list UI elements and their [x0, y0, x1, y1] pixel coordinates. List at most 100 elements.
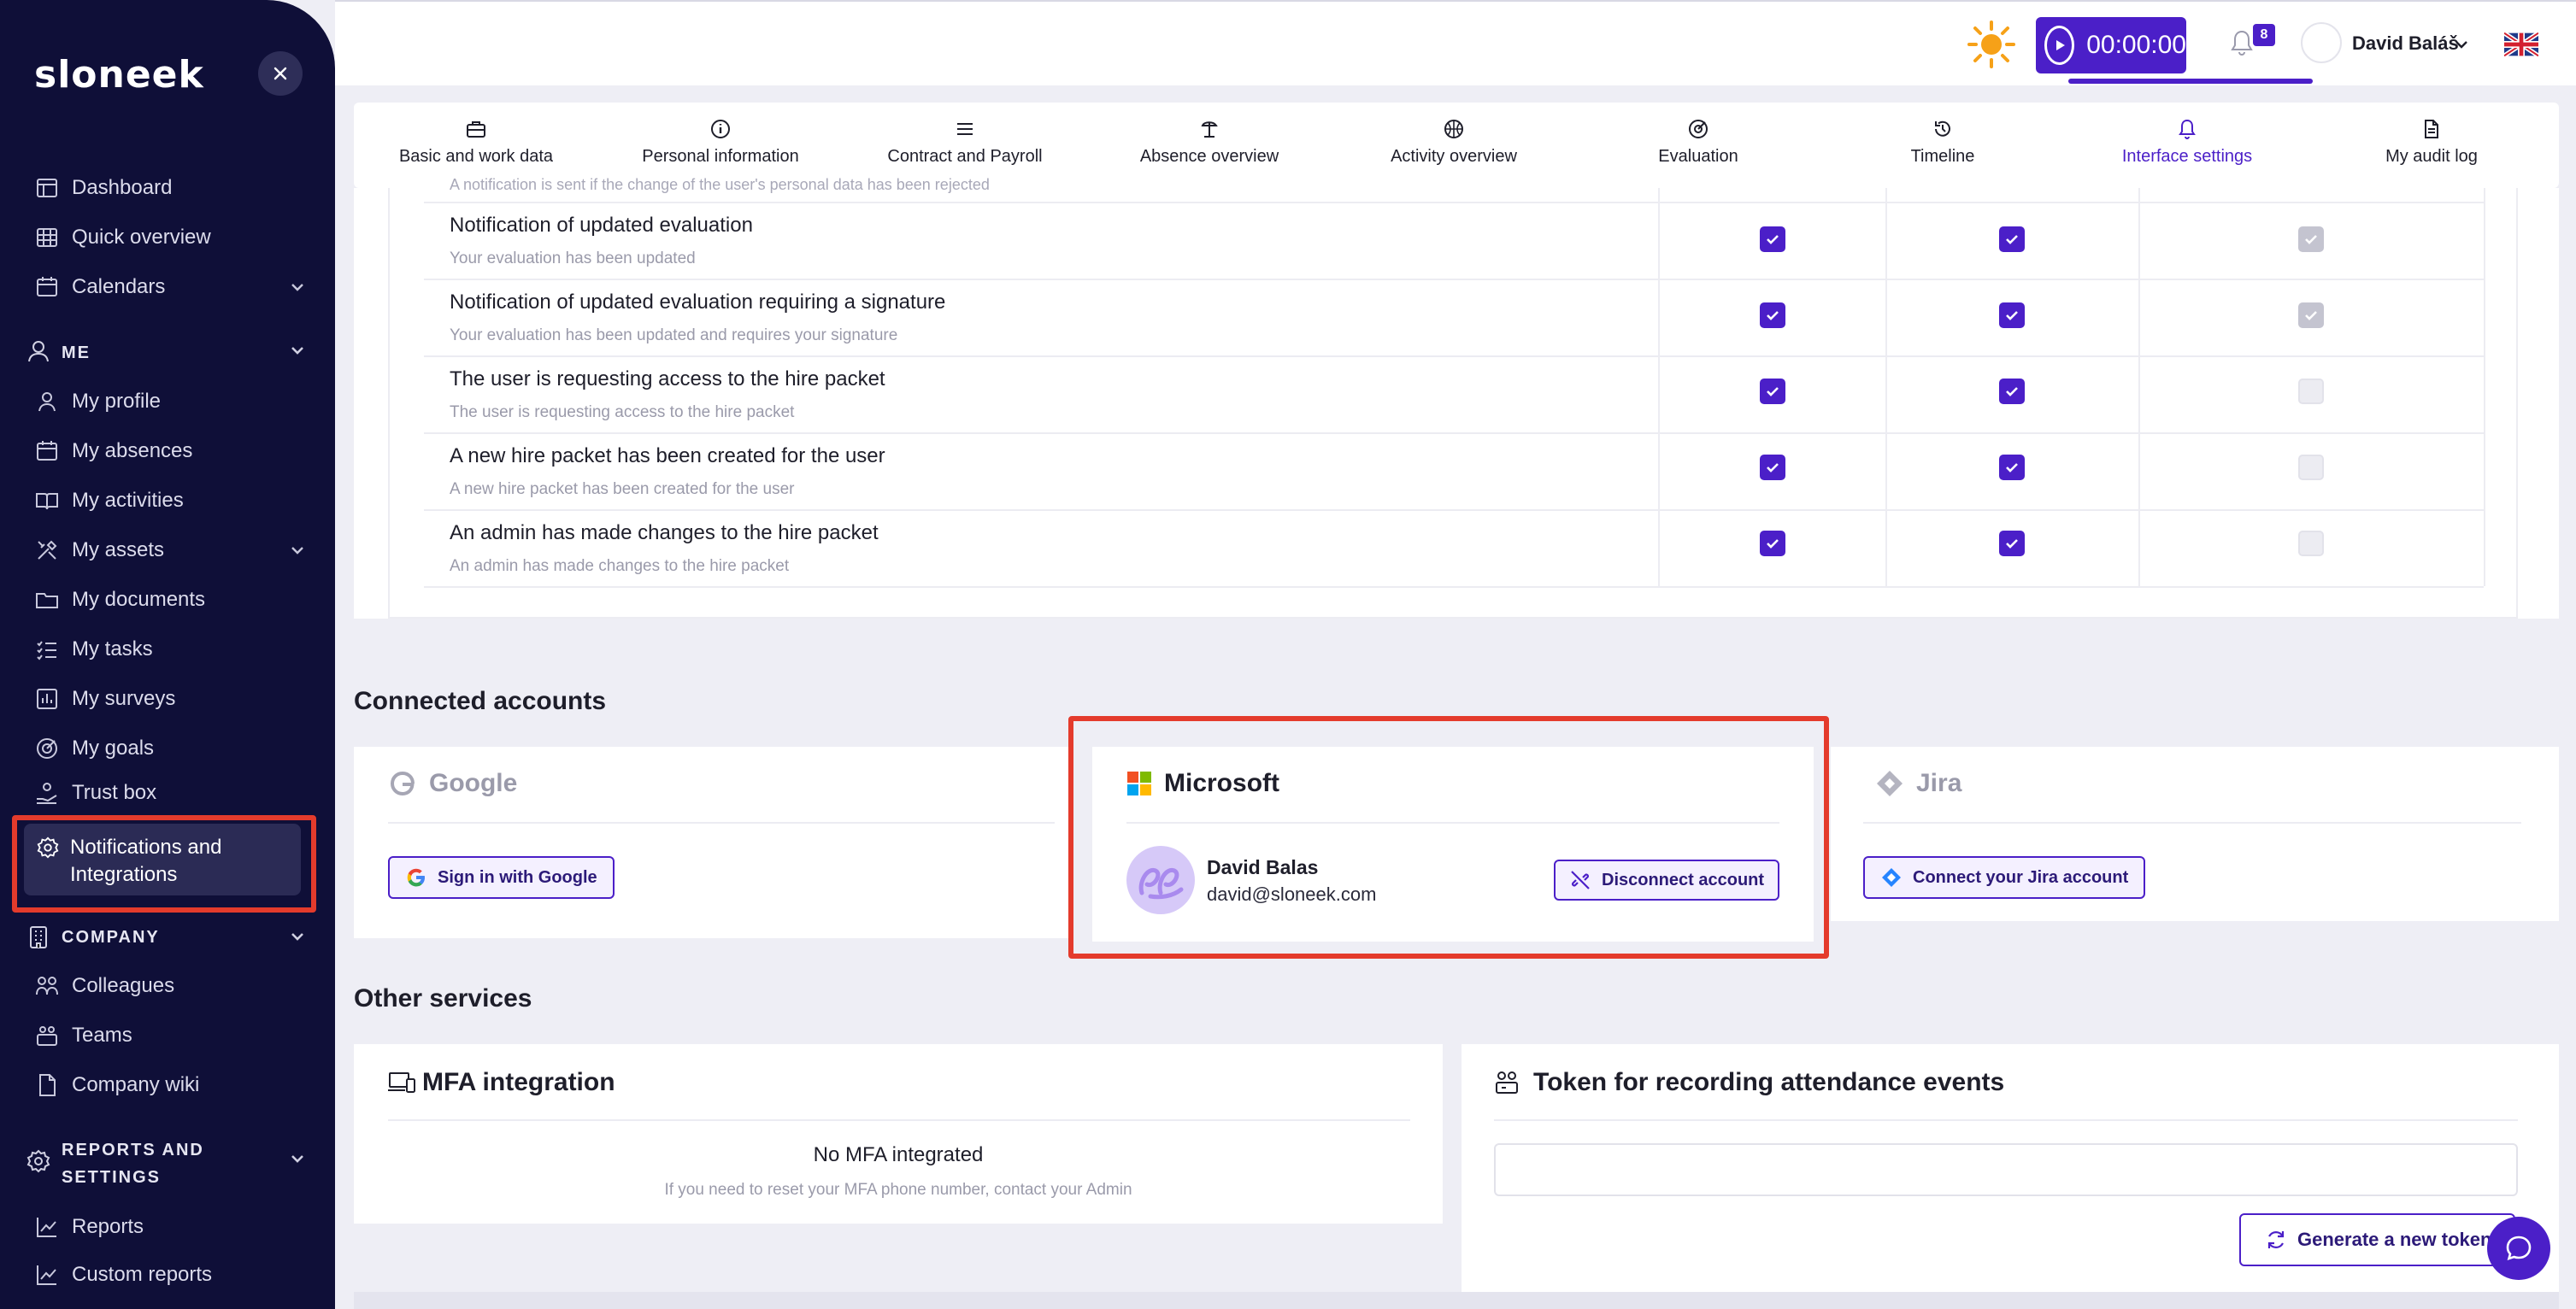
timer-value: 00:00:00	[2086, 31, 2186, 59]
jira-logo-icon	[1882, 868, 1901, 887]
sidebar-item-my-profile[interactable]: My profile	[34, 381, 308, 422]
row-title: The user is requesting access to the hir…	[450, 367, 885, 390]
building-icon	[30, 926, 47, 948]
tab-personal-information[interactable]: Personal information	[598, 118, 843, 167]
connect-jira-button[interactable]: Connect your Jira account	[1863, 856, 2146, 899]
checkmark-icon	[1767, 311, 1779, 320]
checkbox-disabled	[2298, 379, 2324, 404]
table-row: An admin has made changes to the hire pa…	[424, 511, 2484, 588]
sidebar-item-dashboard[interactable]: Dashboard	[34, 167, 308, 208]
sidebar-item-calendars[interactable]: Calendars	[34, 267, 308, 308]
book-icon	[36, 493, 58, 510]
checkbox-email[interactable]	[1760, 531, 1785, 556]
line-chart-icon	[37, 1218, 56, 1237]
devices-icon	[388, 1072, 415, 1093]
sidebar-item-teams[interactable]: Teams	[34, 1015, 308, 1056]
button-label: Generate a new token	[2297, 1229, 2492, 1250]
users-icon	[36, 977, 58, 995]
checkbox-app[interactable]	[1999, 531, 2025, 556]
hand-icon	[37, 783, 57, 804]
checkbox-disabled	[2298, 226, 2324, 252]
chevron-down-icon[interactable]	[2451, 34, 2472, 55]
mfa-empty-subtitle: If you need to reset your MFA phone numb…	[664, 1181, 1132, 1199]
connected-accounts-title: Connected accounts	[354, 687, 607, 715]
token-input[interactable]	[1494, 1143, 2518, 1196]
grid-icon	[37, 228, 57, 247]
checkmark-icon	[1767, 463, 1779, 473]
play-icon	[2044, 26, 2075, 65]
checkbox-app[interactable]	[1999, 226, 2025, 252]
sidebar-item-my-goals[interactable]: My goals	[34, 728, 308, 769]
chat-icon	[2506, 1236, 2532, 1261]
tab-my-audit-log[interactable]: My audit log	[2309, 118, 2554, 167]
tab-activity-overview[interactable]: Activity overview	[1332, 118, 1576, 167]
generate-token-button[interactable]: Generate a new token	[2239, 1213, 2516, 1266]
checkbox-app[interactable]	[1999, 302, 2025, 328]
chat-button[interactable]	[2487, 1217, 2550, 1280]
row-subtitle: Your evaluation has been updated	[450, 249, 696, 267]
tab-contract-payroll[interactable]: Contract and Payroll	[843, 118, 1087, 167]
team-icon	[37, 1026, 57, 1046]
checkbox-disabled	[2298, 455, 2324, 480]
checkbox-email[interactable]	[1760, 379, 1785, 404]
bell-icon[interactable]	[2229, 29, 2255, 56]
row-title: An admin has made changes to the hire pa…	[450, 521, 879, 544]
time-tracker-button[interactable]: 00:00:00	[2036, 17, 2186, 73]
sign-in-google-button[interactable]: Sign in with Google	[388, 856, 615, 899]
highlight-box-microsoft	[1068, 716, 1829, 959]
sidebar-item-reports[interactable]: Reports	[34, 1206, 308, 1247]
sidebar-section-me[interactable]: ME	[26, 338, 308, 364]
checkbox-email[interactable]	[1760, 226, 1785, 252]
sidebar-item-colleagues[interactable]: Colleagues	[34, 966, 308, 1007]
sidebar-item-label: Calendars	[72, 275, 166, 298]
token-header: Token for recording attendance events	[1494, 1068, 2004, 1097]
avatar[interactable]	[2301, 22, 2342, 63]
sidebar-section-reports-settings[interactable]: REPORTS AND SETTINGS	[26, 1136, 308, 1191]
sidebar-item-my-activities[interactable]: My activities	[34, 480, 308, 521]
jira-title: Jira	[1916, 769, 1962, 797]
sidebar-item-my-absences[interactable]: My absences	[34, 431, 308, 472]
user-name[interactable]: David Baláš	[2352, 32, 2459, 55]
sidebar-item-label: My documents	[72, 588, 206, 611]
sidebar-item-label: Trust box	[72, 781, 157, 804]
jira-diamond-icon	[1877, 771, 1903, 796]
mfa-empty-title: No MFA integrated	[813, 1143, 984, 1166]
tab-label: Basic and work data	[398, 147, 554, 166]
sidebar-item-custom-reports[interactable]: Custom reports	[34, 1254, 308, 1295]
checkbox-app[interactable]	[1999, 455, 2025, 480]
basketball-icon	[1444, 120, 1463, 138]
tab-label: Interface settings	[2121, 147, 2253, 166]
tab-timeline[interactable]: Timeline	[1820, 118, 2065, 167]
sidebar-item-my-documents[interactable]: My documents	[34, 579, 308, 620]
sidebar-item-label: Colleagues	[72, 974, 175, 997]
sidebar-item-company-wiki[interactable]: Company wiki	[34, 1065, 308, 1106]
sidebar-item-my-assets[interactable]: My assets	[34, 530, 308, 571]
sidebar-item-label: Dashboard	[72, 176, 173, 199]
sidebar-item-trust-box[interactable]: Trust box	[34, 772, 308, 813]
checkbox-app[interactable]	[1999, 379, 2025, 404]
checkbox-email[interactable]	[1760, 455, 1785, 480]
calendar-icon	[37, 441, 57, 461]
info-icon	[711, 120, 730, 138]
sidebar-item-my-surveys[interactable]: My surveys	[34, 678, 308, 719]
table-row: Notification of updated evaluation requi…	[424, 280, 2484, 357]
chevron-down-icon	[291, 284, 303, 291]
beach-icon	[1201, 121, 1218, 138]
section-label: ME	[62, 343, 91, 362]
sun-icon[interactable]	[1966, 19, 2017, 70]
tab-interface-settings[interactable]: Interface settings	[2065, 118, 2309, 167]
sidebar-section-company[interactable]: COMPANY	[26, 925, 308, 950]
close-sidebar-button[interactable]	[258, 51, 303, 96]
uk-flag-icon[interactable]	[2504, 32, 2538, 56]
tab-label: Timeline	[1910, 147, 1975, 166]
checkbox-email[interactable]	[1760, 302, 1785, 328]
column-divider	[2138, 188, 2140, 586]
sidebar-item-quick-overview[interactable]: Quick overview	[34, 217, 308, 258]
jira-header: Jira	[1875, 769, 1961, 798]
tab-evaluation[interactable]: Evaluation	[1576, 118, 1820, 167]
button-label: Connect your Jira account	[1913, 867, 2129, 887]
tab-absence-overview[interactable]: Absence overview	[1087, 118, 1332, 167]
sidebar-item-my-tasks[interactable]: My tasks	[34, 629, 308, 670]
tab-basic-work-data[interactable]: Basic and work data	[354, 118, 598, 167]
column-divider	[2484, 188, 2485, 586]
